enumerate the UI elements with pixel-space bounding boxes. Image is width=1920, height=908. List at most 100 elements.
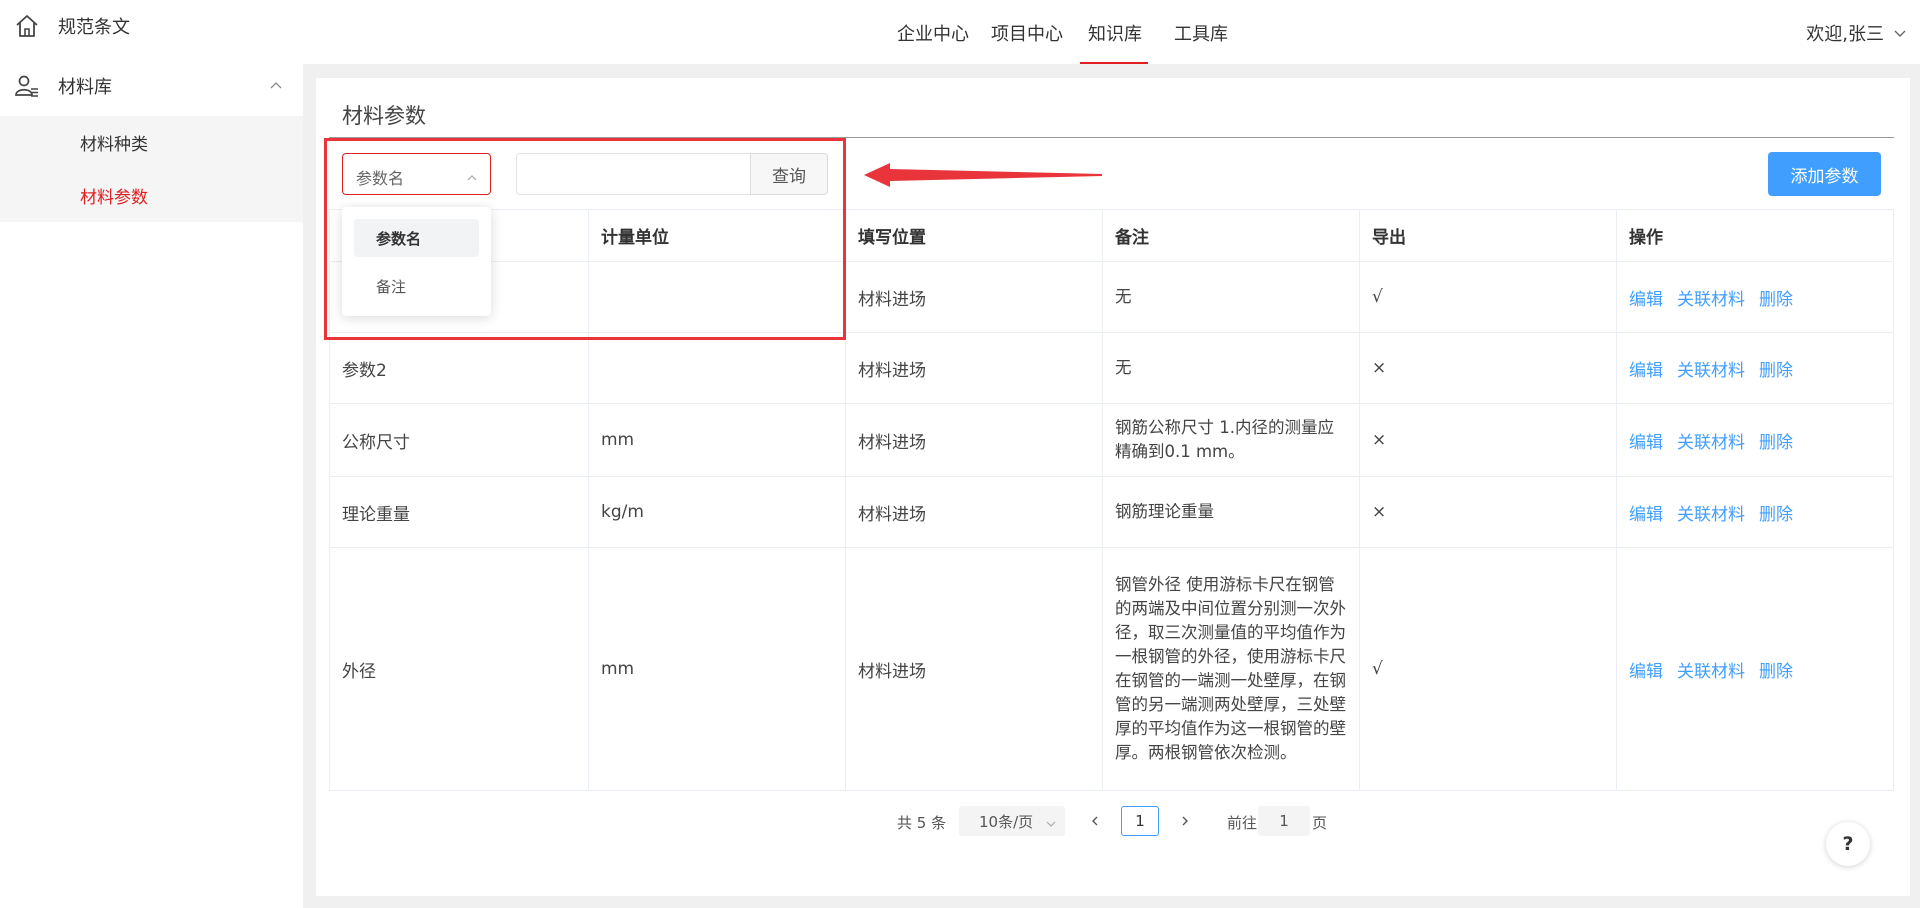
table-row: 参数1 材料进场 无 √ 编辑 关联材料 删除 xyxy=(329,262,1894,333)
goto-page-input[interactable]: 1 xyxy=(1258,806,1310,836)
cell-position: 材料进场 xyxy=(846,262,1103,332)
cell-position: 材料进场 xyxy=(846,548,1103,790)
edit-link[interactable]: 编辑 xyxy=(1629,285,1663,310)
cell-actions: 编辑 关联材料 删除 xyxy=(1617,548,1894,790)
help-button[interactable]: ? xyxy=(1826,822,1870,866)
cell-name: 公称尺寸 xyxy=(329,404,589,476)
cell-remark: 钢筋公称尺寸 1.内径的测量应精确到0.1 mm。 xyxy=(1103,404,1360,476)
user-menu[interactable]: 欢迎,张三 xyxy=(1806,20,1908,46)
page-size-value: 10条/页 xyxy=(979,812,1034,831)
user-list-icon xyxy=(14,73,40,99)
title-divider xyxy=(329,137,1894,138)
sidebar: 规范条文 材料库 材料种类 材料参数 xyxy=(0,0,303,908)
search-field-dropdown: 参数名 备注 xyxy=(342,207,491,316)
delete-link[interactable]: 删除 xyxy=(1759,500,1793,525)
table-row: 公称尺寸 mm 材料进场 钢筋公称尺寸 1.内径的测量应精确到0.1 mm。 ×… xyxy=(329,404,1894,477)
table-row: 外径 mm 材料进场 钢管外径 使用游标卡尺在钢管的两端及中间位置分别测一次外径… xyxy=(329,548,1894,791)
table-header: 参数名 计量单位 填写位置 备注 导出 操作 xyxy=(329,209,1894,262)
tab-tool-library[interactable]: 工具库 xyxy=(1174,20,1228,46)
delete-link[interactable]: 删除 xyxy=(1759,356,1793,381)
cell-export: √ xyxy=(1360,548,1617,790)
tab-project-center[interactable]: 项目中心 xyxy=(991,20,1063,46)
sidebar-item-material-params[interactable]: 材料参数 xyxy=(80,183,148,208)
top-navigation: 企业中心 项目中心 知识库 工具库 欢迎,张三 xyxy=(303,0,1920,64)
cell-actions: 编辑 关联材料 删除 xyxy=(1617,333,1894,403)
column-header: 填写位置 xyxy=(846,210,1103,261)
current-page[interactable]: 1 xyxy=(1121,806,1159,836)
cell-actions: 编辑 关联材料 删除 xyxy=(1617,477,1894,547)
link-material-link[interactable]: 关联材料 xyxy=(1677,285,1745,310)
cell-unit xyxy=(589,262,846,332)
delete-link[interactable]: 删除 xyxy=(1759,285,1793,310)
column-header: 操作 xyxy=(1617,210,1894,261)
dropdown-option-remark[interactable]: 备注 xyxy=(354,267,479,305)
search-field-select[interactable]: 参数名 xyxy=(342,153,491,195)
page-title: 材料参数 xyxy=(342,104,426,128)
cell-remark: 钢筋理论重量 xyxy=(1103,477,1360,547)
dropdown-option-param-name[interactable]: 参数名 xyxy=(354,219,479,257)
page-suffix: 页 xyxy=(1312,814,1328,832)
cell-export: × xyxy=(1360,333,1617,403)
link-material-link[interactable]: 关联材料 xyxy=(1677,428,1745,453)
sidebar-item-material-types[interactable]: 材料种类 xyxy=(80,130,148,155)
sidebar-group-label: 材料库 xyxy=(58,77,112,98)
chevron-down-icon xyxy=(1045,816,1057,834)
cell-remark: 无 xyxy=(1103,333,1360,403)
query-button[interactable]: 查询 xyxy=(750,153,828,195)
cell-name: 外径 xyxy=(329,548,589,790)
edit-link[interactable]: 编辑 xyxy=(1629,428,1663,453)
table-row: 理论重量 kg/m 材料进场 钢筋理论重量 × 编辑 关联材料 删除 xyxy=(329,477,1894,548)
sidebar-item-standards[interactable]: 规范条文 xyxy=(0,4,303,48)
goto-label: 前往 xyxy=(1227,814,1258,832)
prev-page-button[interactable] xyxy=(1079,806,1111,836)
chevron-left-icon xyxy=(1092,816,1098,826)
edit-link[interactable]: 编辑 xyxy=(1629,657,1663,682)
add-parameter-button[interactable]: 添加参数 xyxy=(1768,152,1881,196)
column-header: 导出 xyxy=(1360,210,1617,261)
cell-actions: 编辑 关联材料 删除 xyxy=(1617,404,1894,476)
home-icon xyxy=(14,13,40,39)
cell-position: 材料进场 xyxy=(846,477,1103,547)
cell-unit: mm xyxy=(589,404,846,476)
cell-position: 材料进场 xyxy=(846,404,1103,476)
chevron-right-icon xyxy=(1182,816,1188,826)
search-input[interactable] xyxy=(516,153,750,195)
next-page-button[interactable] xyxy=(1169,806,1201,836)
column-header: 备注 xyxy=(1103,210,1360,261)
search-field-select-value: 参数名 xyxy=(356,169,405,188)
delete-link[interactable]: 删除 xyxy=(1759,428,1793,453)
cell-actions: 编辑 关联材料 删除 xyxy=(1617,262,1894,332)
cell-remark: 钢管外径 使用游标卡尺在钢管的两端及中间位置分别测一次外径，取三次测量值的平均值… xyxy=(1103,548,1360,790)
delete-link[interactable]: 删除 xyxy=(1759,657,1793,682)
tab-enterprise-center[interactable]: 企业中心 xyxy=(897,20,969,46)
page-size-select[interactable]: 10条/页 xyxy=(959,806,1065,836)
cell-name: 参数2 xyxy=(329,333,589,403)
cell-export: × xyxy=(1360,477,1617,547)
parameter-table: 参数名 计量单位 填写位置 备注 导出 操作 参数1 材料进场 无 √ 编辑 关… xyxy=(329,209,1894,791)
link-material-link[interactable]: 关联材料 xyxy=(1677,500,1745,525)
cell-unit xyxy=(589,333,846,403)
cell-position: 材料进场 xyxy=(846,333,1103,403)
cell-export: √ xyxy=(1360,262,1617,332)
user-greeting: 欢迎,张三 xyxy=(1806,24,1884,45)
chevron-up-icon xyxy=(268,78,284,94)
annotation-arrow-icon xyxy=(864,163,1102,187)
sidebar-item-label: 规范条文 xyxy=(58,17,130,38)
cell-name: 理论重量 xyxy=(329,477,589,547)
chevron-up-icon xyxy=(466,169,478,188)
sidebar-group-material-library[interactable]: 材料库 xyxy=(0,64,303,108)
cell-remark: 无 xyxy=(1103,262,1360,332)
chevron-down-icon xyxy=(1894,30,1906,37)
cell-export: × xyxy=(1360,404,1617,476)
edit-link[interactable]: 编辑 xyxy=(1629,500,1663,525)
link-material-link[interactable]: 关联材料 xyxy=(1677,356,1745,381)
table-row: 参数2 材料进场 无 × 编辑 关联材料 删除 xyxy=(329,333,1894,404)
sidebar-submenu: 材料种类 材料参数 xyxy=(0,116,303,222)
cell-unit: kg/m xyxy=(589,477,846,547)
edit-link[interactable]: 编辑 xyxy=(1629,356,1663,381)
link-material-link[interactable]: 关联材料 xyxy=(1677,657,1745,682)
cell-unit: mm xyxy=(589,548,846,790)
tab-knowledge-base[interactable]: 知识库 xyxy=(1088,20,1142,46)
column-header: 计量单位 xyxy=(589,210,846,261)
pagination-total: 共 5 条 xyxy=(897,814,947,832)
